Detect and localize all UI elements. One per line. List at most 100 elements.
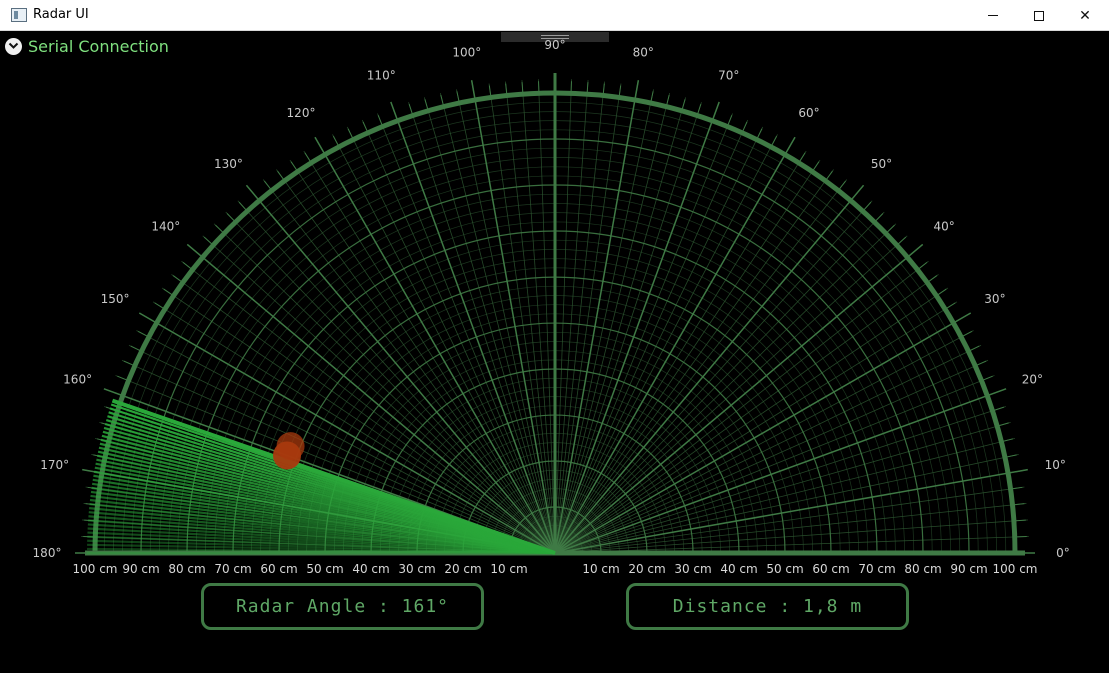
angle-tick (727, 115, 733, 125)
distance-label: 90 cm (122, 562, 159, 576)
angle-tick (812, 161, 820, 171)
distance-label: 80 cm (168, 562, 205, 576)
angle-tick (347, 128, 353, 138)
angle-tick (182, 262, 192, 269)
angle-tick (215, 224, 224, 233)
radial-minor-line (554, 274, 939, 554)
angle-tick (976, 360, 987, 366)
angle-tick (424, 99, 429, 110)
angle-tick (123, 360, 134, 366)
minimize-button[interactable] (970, 0, 1016, 31)
angle-label: 30° (984, 292, 1005, 306)
angle-tick (946, 302, 956, 309)
angle-tick (839, 180, 846, 190)
angle-tick (1003, 438, 1014, 442)
angle-tick (377, 115, 383, 125)
angle-tick (937, 288, 947, 296)
angle-tick (332, 136, 339, 146)
angle-tick (928, 275, 938, 282)
radial-minor-line (554, 519, 1028, 554)
angle-tick (681, 99, 686, 110)
radial-minor-line (554, 169, 834, 554)
angle-tick (771, 136, 778, 146)
angle-tick (742, 121, 748, 132)
angle-tick (505, 83, 508, 94)
distance-label: 60 cm (812, 562, 849, 576)
radial-minor-line (554, 79, 572, 554)
distance-label: 10 cm (582, 562, 619, 576)
angle-tick (970, 345, 980, 351)
angle-label: 50° (871, 157, 892, 171)
distance-readout: Distance : 1,8 m (626, 583, 909, 630)
distance-label: 70 cm (214, 562, 251, 576)
angle-tick (290, 161, 298, 171)
angle-tick (117, 375, 127, 381)
angle-label: 140° (151, 219, 180, 233)
angle-tick (618, 85, 622, 96)
maximize-button[interactable] (1016, 0, 1062, 31)
angle-tick (908, 244, 924, 257)
title-bar: Radar UI ✕ (0, 0, 1109, 31)
distance-text: Distance : 1,8 m (672, 596, 863, 617)
angle-label: 80° (633, 46, 654, 60)
angle-tick (650, 91, 654, 102)
angle-label: 10° (1045, 458, 1066, 472)
angle-tick (983, 375, 993, 381)
angle-tick (886, 224, 895, 233)
angle-tick (390, 101, 398, 120)
angle-tick (264, 180, 271, 190)
angle-tick (1006, 454, 1017, 458)
angle-tick (897, 236, 907, 245)
angle-tick (962, 330, 972, 337)
angle-tick (634, 80, 639, 99)
close-button[interactable]: ✕ (1062, 0, 1108, 31)
radial-minor-line (554, 486, 1025, 554)
angle-label: 90° (544, 38, 565, 52)
angle-tick (163, 288, 173, 296)
window-title: Radar UI (33, 7, 89, 22)
radial-minor-line (521, 80, 556, 554)
distance-label: 70 cm (858, 562, 895, 576)
angle-tick (238, 201, 247, 211)
angle-label: 110° (367, 69, 396, 83)
angle-tick (186, 244, 202, 257)
angle-label: 70° (718, 69, 739, 83)
angle-tick (314, 137, 325, 154)
angle-tick (712, 101, 720, 120)
radial-minor-line (554, 83, 622, 554)
angle-tick (757, 128, 763, 138)
angle-tick (304, 152, 311, 162)
angle-tick (602, 83, 605, 94)
angle-tick (138, 330, 148, 337)
angle-tick (826, 170, 833, 180)
angle-label: 160° (63, 372, 92, 386)
radial-major-line (554, 184, 865, 554)
angle-tick (954, 312, 971, 323)
angle-tick (103, 388, 122, 396)
angle-tick (1014, 503, 1025, 506)
angle-tick (586, 82, 589, 93)
angle-tick (799, 152, 806, 162)
distance-label: 100 cm (72, 562, 117, 576)
detected-object-marker (276, 432, 305, 461)
distance-label: 20 cm (628, 562, 665, 576)
angle-label: 170° (40, 458, 69, 472)
distance-label: 40 cm (352, 562, 389, 576)
angle-tick (994, 406, 1005, 411)
distance-label: 40 cm (720, 562, 757, 576)
angle-tick (471, 80, 476, 99)
angle-tick (456, 91, 460, 102)
radial-minor-line (554, 301, 958, 554)
angle-label: 130° (214, 157, 243, 171)
radial-minor-line (554, 150, 807, 554)
distance-label: 30 cm (674, 562, 711, 576)
angle-tick (918, 262, 928, 269)
angle-tick (226, 213, 235, 222)
maximize-icon (1034, 10, 1044, 21)
angle-tick (1015, 519, 1026, 522)
radar-angle-text: Radar Angle : 161° (235, 596, 450, 617)
distance-label: 20 cm (444, 562, 481, 576)
radar-display: 0° 10° 20° 30° 40° 50° 60° 70° 80° 90° 100° 110° 120… (33, 38, 1070, 576)
angle-label: 60° (798, 106, 819, 120)
angle-tick (1012, 486, 1023, 490)
